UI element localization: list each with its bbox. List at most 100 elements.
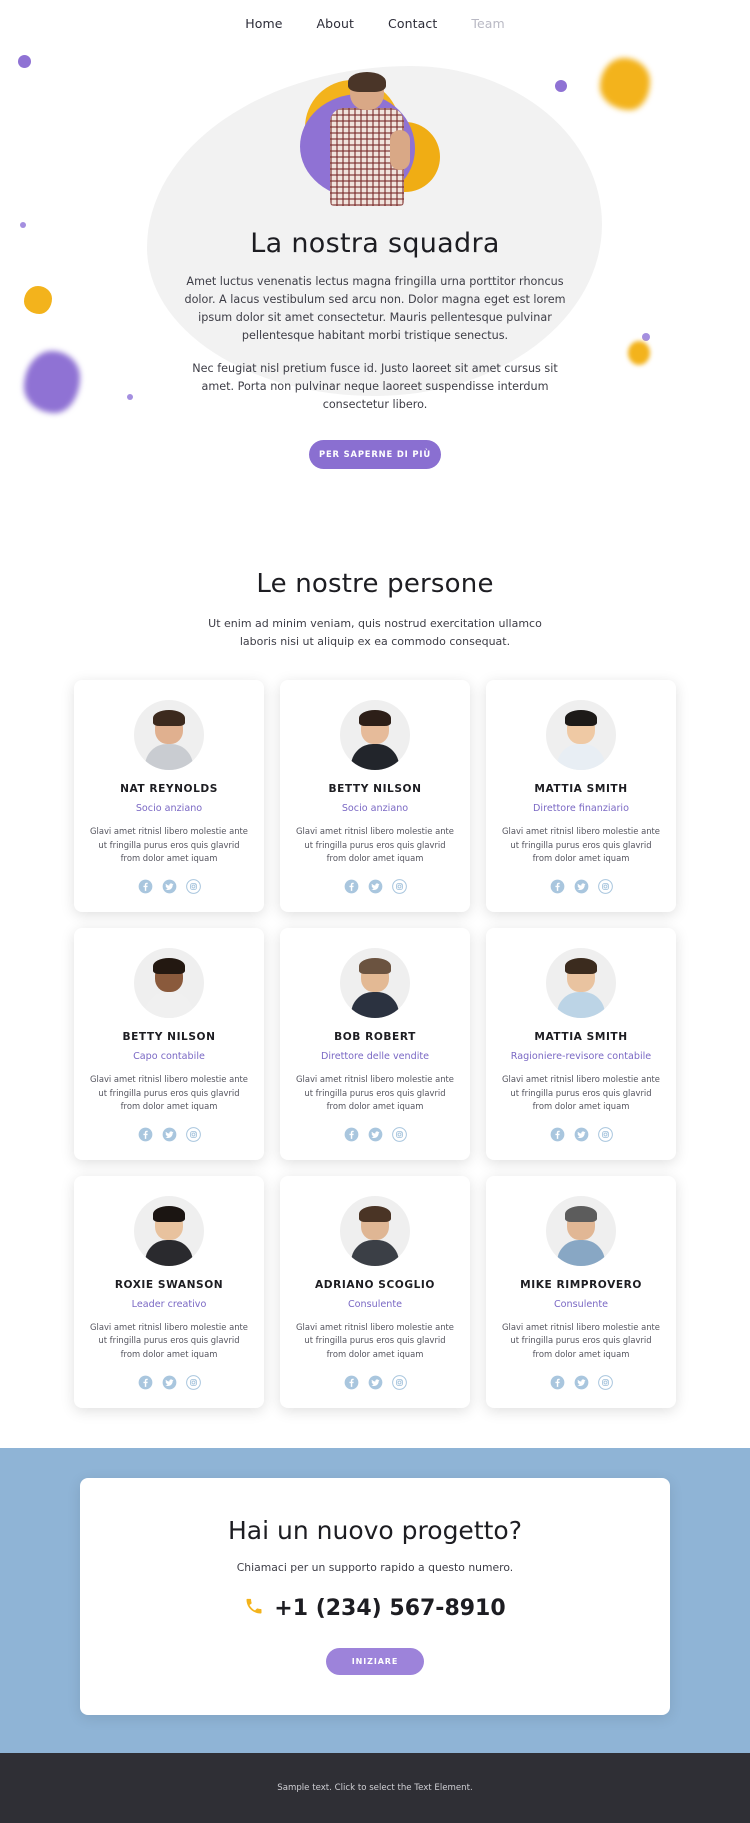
footer: Sample text. Click to select the Text El… <box>0 1752 750 1823</box>
team-member-card[interactable]: MATTIA SMITH Direttore finanziario Glavi a… <box>486 680 676 912</box>
twitter-icon[interactable] <box>574 879 589 894</box>
cta-title: Hai un nuovo progetto? <box>228 1515 522 1545</box>
instagram-icon[interactable] <box>597 1374 613 1390</box>
member-description: Glavi amet ritnisl libero molestie ante … <box>296 1321 454 1360</box>
member-description: Glavi amet ritnisl libero molestie ante … <box>296 1074 454 1112</box>
cta-subtitle: Chiamaci per un supporto rapido a questo… <box>236 1560 514 1574</box>
twitter-icon[interactable] <box>368 1375 383 1390</box>
member-social-links <box>88 1126 250 1142</box>
member-name: MIKE RIMPROVERO <box>520 1278 642 1291</box>
avatar <box>546 948 616 1018</box>
nav-item-contact[interactable]: Contact <box>388 16 437 31</box>
twitter-icon[interactable] <box>162 1375 177 1390</box>
twitter-icon[interactable] <box>368 1127 383 1142</box>
facebook-icon[interactable] <box>138 1127 153 1142</box>
team-member-card[interactable]: BETTY NILSON Socio anziano Glavi amet ritn… <box>280 680 470 912</box>
avatar <box>340 948 410 1018</box>
member-social-links <box>500 1374 662 1390</box>
page-root: Home About Contact Team La nostra squadr… <box>0 0 750 1823</box>
team-member-card[interactable]: ROXIE SWANSON Leader creativo Glavi amet r… <box>74 1175 264 1408</box>
member-role: Direttore delle vendite <box>320 1051 430 1062</box>
member-name: MATTIA SMITH <box>534 783 628 796</box>
learn-more-button[interactable]: PER SAPERNE DI PIÙ <box>309 439 441 469</box>
team-member-card[interactable]: BOB ROBERT Direttore delle vendite Glavi a… <box>280 928 470 1160</box>
facebook-icon[interactable] <box>550 879 565 894</box>
avatar <box>340 700 410 771</box>
instagram-icon[interactable] <box>391 1126 407 1142</box>
nav-item-home[interactable]: Home <box>245 16 282 31</box>
instagram-icon[interactable] <box>391 879 407 894</box>
avatar <box>546 700 616 771</box>
cta-card: Hai un nuovo progetto? Chiamaci per un s… <box>80 1477 670 1715</box>
member-social-links <box>88 1374 250 1390</box>
member-name: BETTY NILSON <box>122 1031 216 1043</box>
phone-icon <box>244 1596 264 1622</box>
member-description: Glavi amet ritnisl libero molestie ante … <box>502 826 660 864</box>
hero-paragraph-1: Amet luctus venenatis lectus magna fring… <box>184 275 566 343</box>
instagram-icon[interactable] <box>597 1126 613 1142</box>
member-social-links <box>294 1374 456 1390</box>
member-role: Capo contabile <box>133 1051 205 1062</box>
twitter-icon[interactable] <box>368 879 383 894</box>
facebook-icon[interactable] <box>550 1375 565 1390</box>
main-navigation: Home About Contact Team <box>0 0 750 46</box>
team-member-card[interactable]: MIKE RIMPROVERO Consulente Glavi amet ritn… <box>486 1175 676 1408</box>
member-role: Socio anziano <box>135 803 203 815</box>
instagram-icon[interactable] <box>185 1126 201 1142</box>
nav-item-team[interactable]: Team <box>471 16 504 31</box>
facebook-icon[interactable] <box>550 1127 565 1142</box>
facebook-icon[interactable] <box>138 1375 153 1390</box>
deco-dot-purple-left <box>18 55 31 68</box>
team-grid: NAT REYNOLDS Socio anziano Glavi amet ritn… <box>0 680 750 1408</box>
twitter-icon[interactable] <box>574 1375 589 1390</box>
hero-paragraph-2: Nec feugiat nisl pretium fusce id. Justo… <box>192 361 558 411</box>
instagram-icon[interactable] <box>597 879 613 894</box>
avatar <box>134 948 204 1018</box>
avatar <box>134 1195 204 1266</box>
instagram-icon[interactable] <box>185 879 201 894</box>
facebook-icon[interactable] <box>344 1375 359 1390</box>
team-subtitle: Ut enim ad minim veniam, quis nostrud ex… <box>208 616 542 648</box>
team-member-card[interactable]: ADRIANO SCOGLIO Consulente Glavi amet ritn… <box>280 1175 470 1408</box>
start-button[interactable]: INIZIARE <box>326 1647 424 1675</box>
facebook-icon[interactable] <box>344 879 359 894</box>
twitter-icon[interactable] <box>162 879 177 894</box>
member-social-links <box>500 879 662 894</box>
avatar <box>546 1195 616 1266</box>
hero-content: La nostra squadra Amet luctus venenatis … <box>0 72 750 469</box>
member-description: Glavi amet ritnisl libero molestie ante … <box>90 1074 248 1112</box>
member-name: BOB ROBERT <box>334 1031 416 1043</box>
hero-title: La nostra squadra <box>250 228 500 259</box>
member-role: Direttore finanziario <box>533 803 629 815</box>
twitter-icon[interactable] <box>574 1127 589 1142</box>
member-role: Consulente <box>553 1298 609 1310</box>
hero-section: La nostra squadra Amet luctus venenatis … <box>0 46 750 529</box>
member-social-links <box>500 1126 662 1142</box>
member-social-links <box>294 879 456 894</box>
member-name: BETTY NILSON <box>328 783 422 796</box>
member-role: Socio anziano <box>341 803 409 815</box>
cta-phone-row: +1 (234) 567-8910 <box>100 1596 650 1622</box>
member-name: ROXIE SWANSON <box>114 1278 224 1291</box>
team-member-card[interactable]: MATTIA SMITH Ragioniere-revisore contabil… <box>486 928 676 1160</box>
team-member-card[interactable]: BETTY NILSON Capo contabile Glavi amet rit… <box>74 928 264 1160</box>
footer-text[interactable]: Sample text. Click to select the Text El… <box>277 1783 472 1793</box>
avatar <box>134 700 204 771</box>
cta-phone-number[interactable]: +1 (234) 567-8910 <box>274 1596 505 1621</box>
instagram-icon[interactable] <box>391 1374 407 1390</box>
instagram-icon[interactable] <box>185 1374 201 1390</box>
team-section: Le nostre persone Ut enim ad minim venia… <box>0 528 750 1448</box>
nav-item-about[interactable]: About <box>317 16 354 31</box>
member-description: Glavi amet ritnisl libero molestie ante … <box>90 1321 248 1360</box>
facebook-icon[interactable] <box>138 879 153 894</box>
member-role: Ragioniere-revisore contabile <box>510 1051 652 1062</box>
member-description: Glavi amet ritnisl libero molestie ante … <box>502 1321 660 1360</box>
member-description: Glavi amet ritnisl libero molestie ante … <box>296 826 454 864</box>
avatar <box>340 1195 410 1266</box>
twitter-icon[interactable] <box>162 1127 177 1142</box>
team-member-card[interactable]: NAT REYNOLDS Socio anziano Glavi amet ritn… <box>74 680 264 912</box>
member-name: ADRIANO SCOGLIO <box>315 1278 435 1291</box>
portrait-person-illustration <box>328 72 410 206</box>
member-role: Consulente <box>347 1298 403 1310</box>
facebook-icon[interactable] <box>344 1127 359 1142</box>
